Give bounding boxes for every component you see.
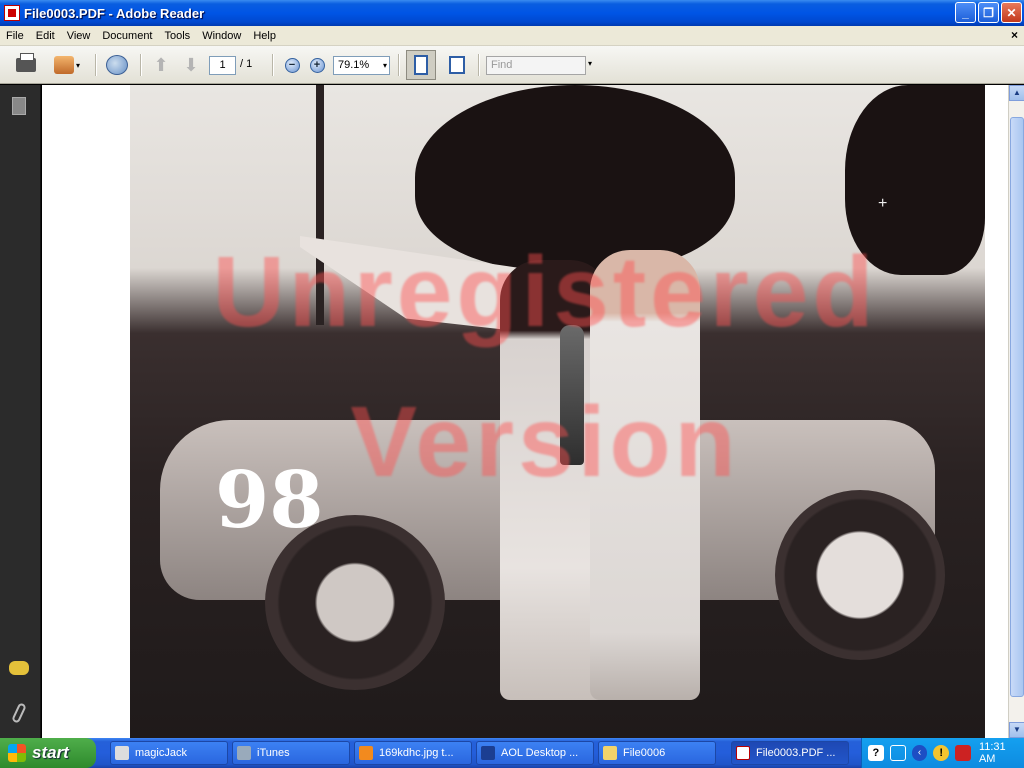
attachments-panel-button[interactable] [9, 702, 29, 724]
pages-panel-button[interactable] [9, 97, 29, 117]
watermark-line-1: Unregistered [212, 236, 878, 348]
magicjack-icon [115, 746, 129, 760]
taskbar: start magicJack iTunes 169kdhc.jpg t... … [0, 738, 1024, 768]
navigation-panel [0, 85, 41, 738]
zoom-out-icon: − [284, 57, 300, 73]
zoom-level-input[interactable]: 79.1% ▾ [333, 56, 390, 75]
itunes-icon [237, 746, 251, 760]
menu-tools[interactable]: Tools [159, 30, 197, 42]
taskbar-item-magicjack[interactable]: magicJack [110, 741, 228, 765]
zoom-in-button[interactable]: + [308, 54, 326, 76]
photo-front-wheel [775, 490, 945, 660]
globe-gear-icon [106, 55, 128, 75]
adobe-tray-icon[interactable] [955, 745, 971, 761]
start-label: start [32, 743, 69, 762]
aol-icon [481, 746, 495, 760]
find-input[interactable]: Find [486, 56, 586, 75]
window-title: File0003.PDF - Adobe Reader [24, 5, 205, 21]
fit-width-icon [414, 55, 428, 75]
crosshair-cursor-icon: + [878, 195, 888, 212]
zoom-out-button[interactable]: − [283, 54, 301, 76]
chevron-down-icon: ▾ [75, 60, 80, 70]
web-services-button[interactable] [104, 54, 130, 76]
menu-document[interactable]: Document [96, 30, 158, 42]
zoom-level-value: 79.1% [338, 59, 370, 71]
task-label: magicJack [135, 747, 187, 759]
toolbar-separator [478, 54, 480, 76]
close-button[interactable]: ✕ [1001, 2, 1022, 23]
vertical-scrollbar[interactable]: ▲ ▼ [1008, 85, 1024, 738]
fit-page-button[interactable] [446, 54, 468, 76]
scroll-down-button[interactable]: ▼ [1009, 722, 1024, 738]
printer-icon [16, 53, 36, 72]
help-icon[interactable]: ? [868, 745, 884, 761]
menu-bar: File Edit View Document Tools Window Hel… [0, 26, 1024, 46]
task-label: iTunes [257, 747, 290, 759]
previous-page-button[interactable]: ⬆ [150, 54, 172, 76]
chevron-down-icon: ▾ [382, 61, 387, 70]
firefox-icon [359, 746, 373, 760]
folder-icon [603, 746, 617, 760]
task-label: File0003.PDF ... [756, 747, 836, 759]
show-hidden-icons-button[interactable]: ‹ [911, 745, 928, 761]
toolbar-separator [272, 54, 274, 76]
photo-rear-wheel [265, 515, 445, 690]
taskbar-item-aol[interactable]: AOL Desktop ... [476, 741, 594, 765]
close-document-button[interactable]: × [1011, 28, 1018, 42]
paperclip-icon [11, 702, 27, 724]
fit-width-button[interactable] [406, 50, 436, 80]
menu-window[interactable]: Window [196, 30, 247, 42]
toolbar-separator [95, 54, 97, 76]
page-total: / 1 [240, 58, 253, 70]
menu-edit[interactable]: Edit [30, 30, 61, 42]
task-label: File0006 [623, 747, 666, 759]
system-tray: ? ‹ ! 11:31 AM [861, 738, 1024, 768]
toolbar: ▾ ⬆ ⬇ 1 / 1 − + 79.1% ▾ Find ▾ [0, 46, 1024, 84]
task-label: 169kdhc.jpg t... [379, 747, 454, 759]
next-page-button[interactable]: ⬇ [180, 54, 202, 76]
pages-icon [12, 97, 26, 115]
window-controls: _ ❐ ✕ [955, 2, 1022, 23]
share-button[interactable]: ▾ [50, 54, 84, 76]
scroll-thumb[interactable] [1010, 117, 1024, 697]
taskbar-item-folder[interactable]: File0006 [598, 741, 716, 765]
restore-button[interactable]: ❐ [978, 2, 999, 23]
menu-file[interactable]: File [0, 30, 30, 42]
zoom-in-icon: + [309, 57, 325, 73]
minimize-button[interactable]: _ [955, 2, 976, 23]
scroll-up-button[interactable]: ▲ [1009, 85, 1024, 101]
find-options-dropdown[interactable]: ▾ [588, 59, 592, 68]
adobe-reader-icon [4, 5, 20, 21]
comments-icon [9, 661, 29, 675]
start-button[interactable]: start [0, 738, 96, 768]
taskbar-item-firefox[interactable]: 169kdhc.jpg t... [354, 741, 472, 765]
menu-view[interactable]: View [61, 30, 97, 42]
page-number-input[interactable]: 1 [209, 56, 236, 75]
document-view[interactable]: 98 Unregistered Version + [42, 85, 1008, 738]
fit-page-icon [449, 56, 465, 74]
task-label: AOL Desktop ... [501, 747, 579, 759]
taskbar-item-itunes[interactable]: iTunes [232, 741, 350, 765]
collaborate-icon [53, 56, 74, 74]
pdf-icon [736, 746, 750, 760]
menu-help[interactable]: Help [247, 30, 282, 42]
print-button[interactable] [14, 53, 38, 76]
taskbar-item-adobe-reader[interactable]: File0003.PDF ... [731, 741, 849, 765]
network-icon[interactable] [889, 745, 906, 761]
watermark-line-2: Version [350, 386, 740, 498]
title-bar: File0003.PDF - Adobe Reader _ ❐ ✕ [0, 0, 1024, 26]
security-alert-icon[interactable]: ! [933, 745, 950, 761]
toolbar-separator [140, 54, 142, 76]
comments-panel-button[interactable] [9, 661, 29, 681]
windows-flag-icon [8, 744, 26, 762]
clock: 11:31 AM [978, 741, 1006, 765]
toolbar-separator [398, 54, 400, 76]
